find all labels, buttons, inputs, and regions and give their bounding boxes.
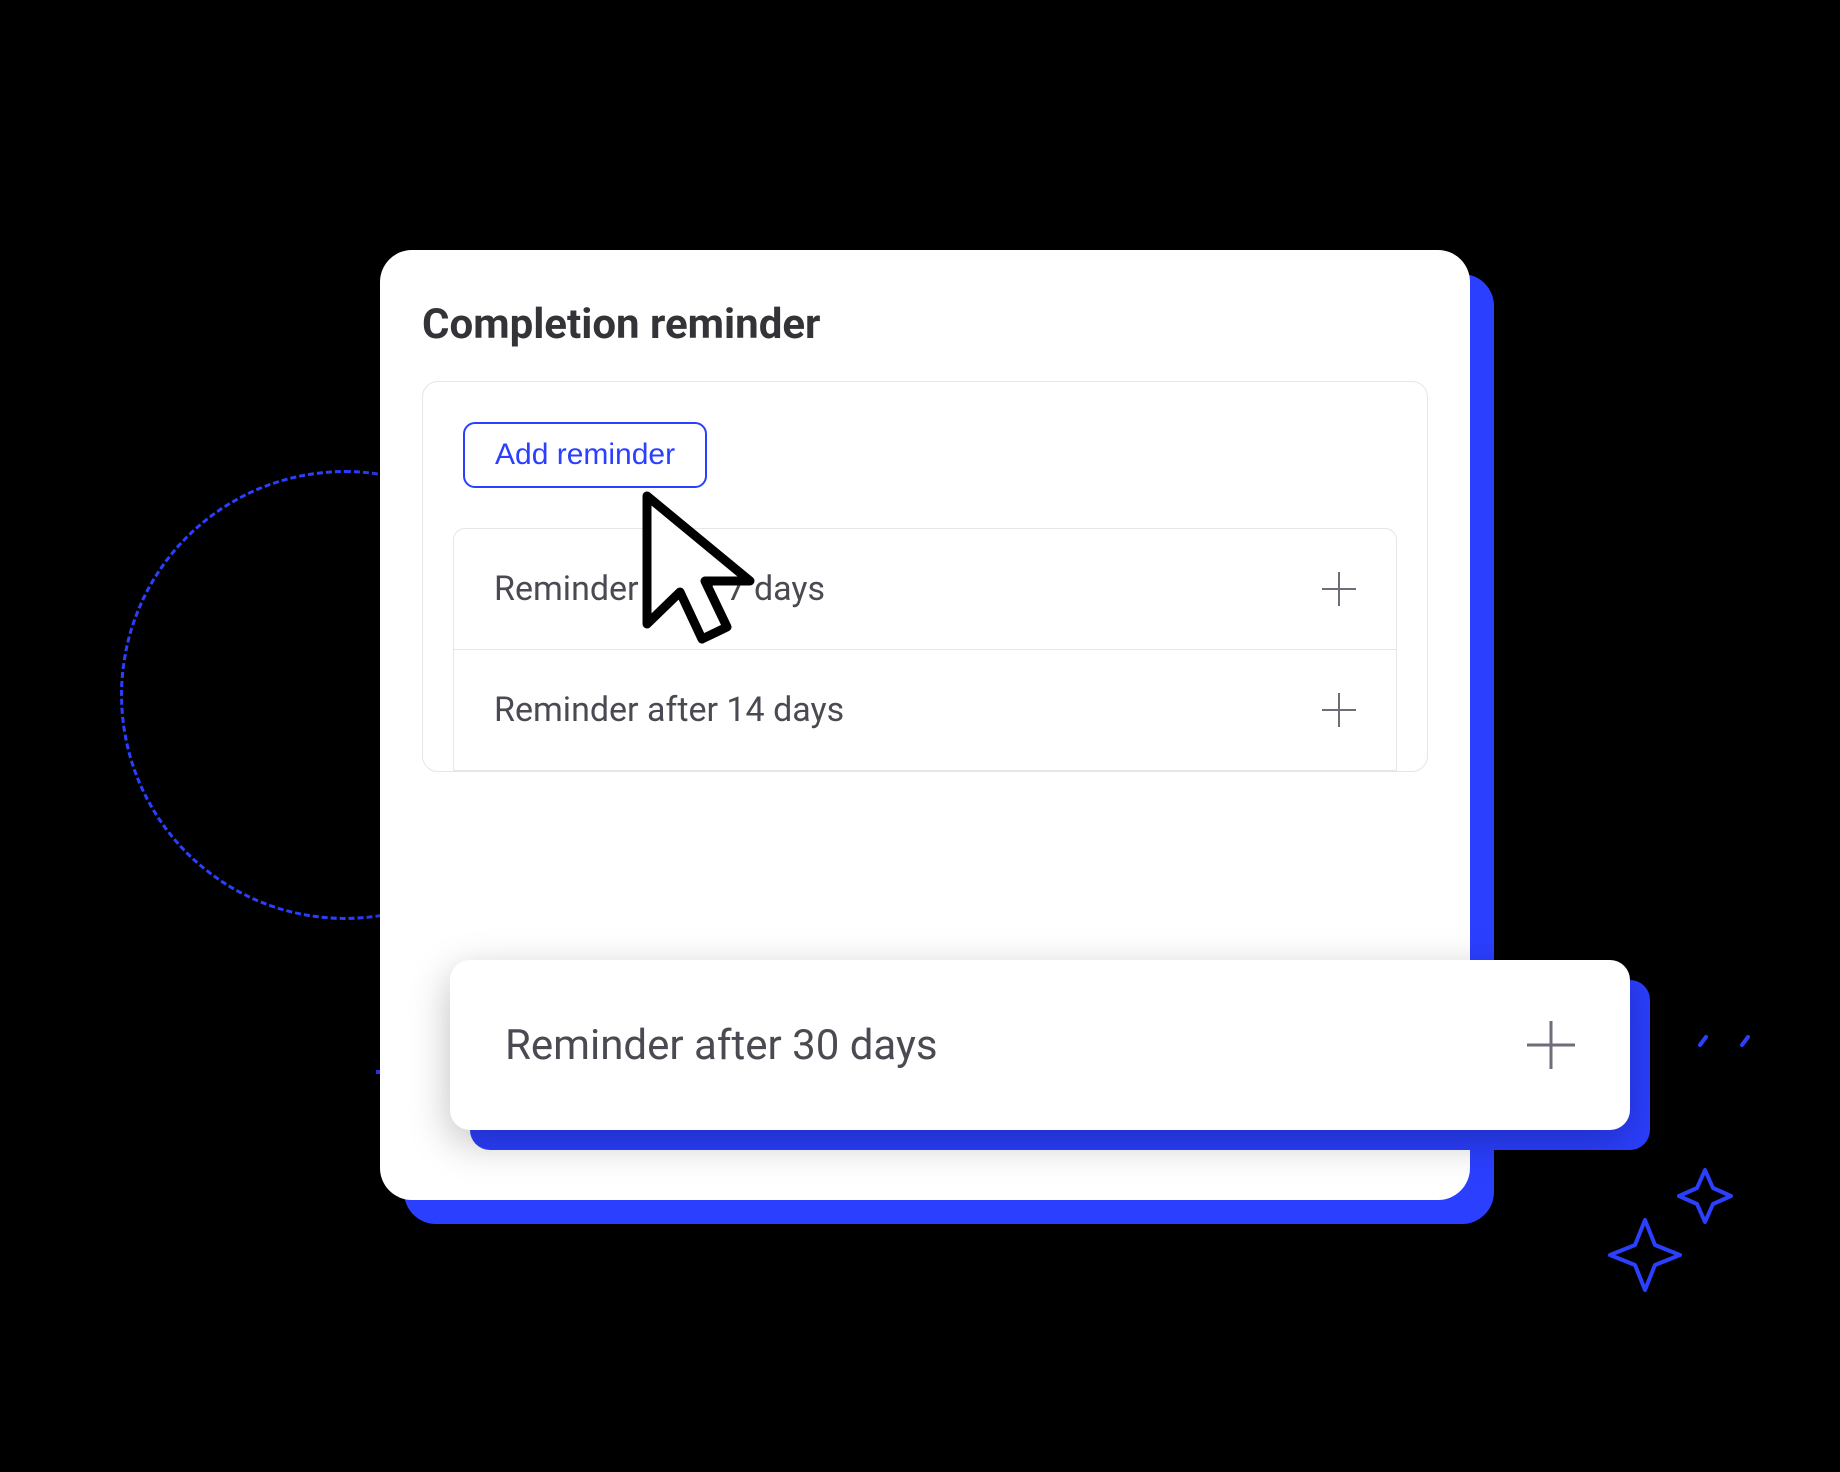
reminder-row-highlighted[interactable]: Reminder after 30 days (450, 960, 1630, 1130)
expand-plus-icon[interactable] (1322, 572, 1356, 606)
reminder-row[interactable]: Reminder after 7 days (454, 529, 1396, 650)
reminder-label: Reminder after 30 days (505, 1021, 938, 1070)
reminder-list: Reminder after 7 days Reminder after 14 … (453, 528, 1397, 771)
expand-plus-icon[interactable] (1322, 693, 1356, 727)
reminder-label: Reminder after 7 days (494, 569, 825, 609)
reminder-label: Reminder after 14 days (494, 690, 844, 730)
reminder-row[interactable]: Reminder after 14 days (454, 650, 1396, 771)
add-reminder-button[interactable]: Add reminder (463, 422, 707, 488)
expand-plus-icon[interactable] (1527, 1021, 1575, 1069)
panel-title: Completion reminder (422, 300, 1428, 349)
reminder-settings-box: Add reminder Reminder after 7 days Remin… (422, 381, 1428, 772)
decorative-face-icon (1690, 1035, 1760, 1105)
decorative-sparkle-icon (1605, 1160, 1745, 1300)
